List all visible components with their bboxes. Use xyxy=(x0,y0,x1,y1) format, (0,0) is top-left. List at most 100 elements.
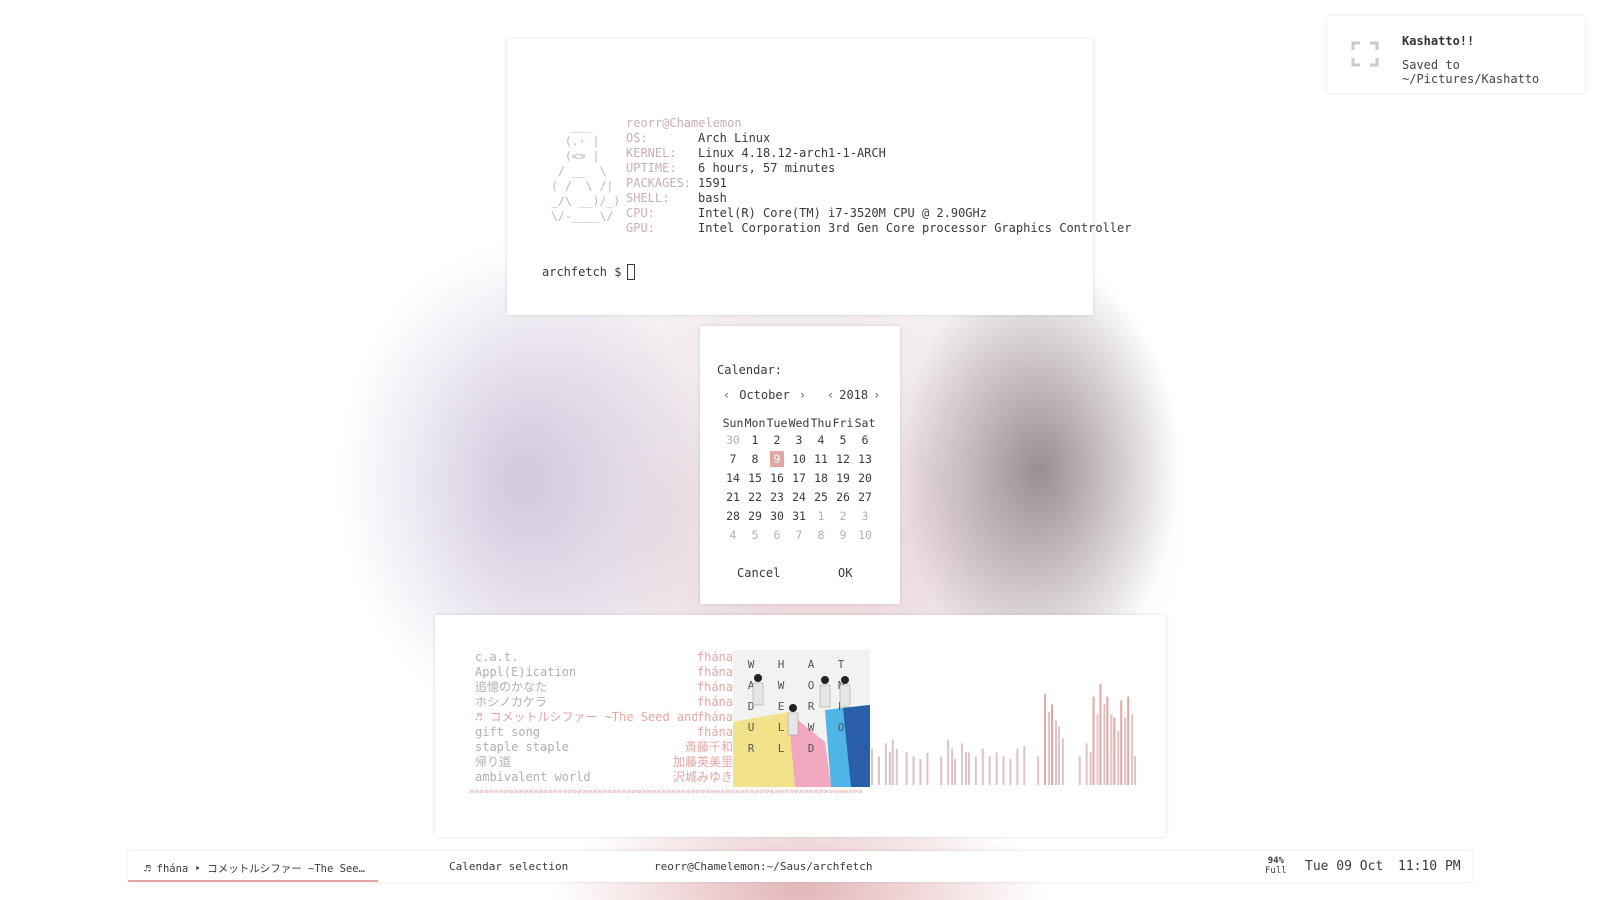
info-row: CPU: Intel(R) Core(TM) i7-3520M CPU @ 2.9… xyxy=(626,206,1131,221)
info-key: PACKAGES: xyxy=(626,176,692,190)
calendar-day[interactable]: 1 xyxy=(744,431,766,450)
calendar-day[interactable]: 2 xyxy=(766,431,788,450)
calendar-day[interactable]: 19 xyxy=(832,469,854,488)
calendar-day[interactable]: 16 xyxy=(766,469,788,488)
calendar-day[interactable]: 8 xyxy=(744,450,766,469)
day-number: 21 xyxy=(726,490,740,504)
track-artist: 斎藤千和 xyxy=(684,740,733,754)
track-title: staple staple xyxy=(475,740,569,754)
clock-label[interactable]: 11:10 PM xyxy=(1398,859,1461,874)
calendar-day[interactable]: 7 xyxy=(722,450,744,469)
calendar-day[interactable]: 29 xyxy=(744,507,766,526)
cover-figure-body xyxy=(819,684,831,708)
calendar-day[interactable]: 1 xyxy=(810,507,832,526)
calendar-day[interactable]: 9 xyxy=(832,526,854,545)
now-playing-track[interactable]: ♬ コメットルシファー ~The Seed and fhána xyxy=(475,710,733,725)
calendar-dialog[interactable]: Calendar: ‹ October › ‹ 2018 › Sun Mon Tue… xyxy=(700,326,900,604)
calendar-day[interactable]: 15 xyxy=(744,469,766,488)
calendar-day[interactable]: 5 xyxy=(832,431,854,450)
calendar-day[interactable]: 30 xyxy=(722,431,744,450)
cover-figure-head xyxy=(821,676,829,684)
day-number: 13 xyxy=(858,452,872,466)
selected-day[interactable]: 9 xyxy=(766,450,788,469)
visualizer-bar xyxy=(1110,714,1113,785)
playlist-track[interactable]: c.a.t. fhána xyxy=(475,650,733,665)
calendar-day[interactable]: 13 xyxy=(854,450,876,469)
playlist-track[interactable]: 帰り道 加藤英美里 xyxy=(475,755,733,770)
track-artist: 沢城みゆき xyxy=(672,770,733,784)
calendar-day[interactable]: 7 xyxy=(788,526,810,545)
calendar-day[interactable]: 28 xyxy=(722,507,744,526)
calendar-title: Calendar: xyxy=(717,363,783,377)
music-player[interactable]: c.a.t. fhána Appl(E)ication fhána 追憶のかなた fhán… xyxy=(435,615,1166,837)
playlist-track[interactable]: ambivalent world 沢城みゆき xyxy=(475,770,733,785)
calendar-day[interactable]: 3 xyxy=(788,431,810,450)
calendar-day[interactable]: 18 xyxy=(810,469,832,488)
calendar-day[interactable]: 31 xyxy=(788,507,810,526)
day-number: 20 xyxy=(858,471,872,485)
visualizer-bar xyxy=(1131,714,1134,785)
notification[interactable]: Kashatto!! Saved to ~/Pictures/Kashatto xyxy=(1327,16,1585,93)
now-playing-label[interactable]: ♬ fhána ‣ コメットルシファー ~The See… xyxy=(144,861,365,876)
calendar-day[interactable]: 30 xyxy=(766,507,788,526)
shell-prompt[interactable]: archfetch $ xyxy=(542,264,636,280)
calendar-day[interactable]: 27 xyxy=(854,488,876,507)
visualizer-bar xyxy=(967,752,970,785)
calendar-day[interactable]: 23 xyxy=(766,488,788,507)
day-number: 9 xyxy=(839,528,847,542)
day-number: 30 xyxy=(726,433,740,447)
calendar-day[interactable]: 4 xyxy=(810,431,832,450)
calendar-day[interactable]: 5 xyxy=(744,526,766,545)
progress-bar[interactable]: »»»»»»»»»»»»»»»»»»»»»»»»»»»»»»»»»»»»»»»»… xyxy=(469,787,864,797)
info-row: UPTIME: 6 hours, 57 minutes xyxy=(626,161,1131,176)
calendar-day[interactable]: 10 xyxy=(854,526,876,545)
calendar-day[interactable]: 26 xyxy=(832,488,854,507)
info-key: SHELL: xyxy=(626,191,670,205)
calendar-day[interactable]: 6 xyxy=(766,526,788,545)
info-row: KERNEL: Linux 4.18.12-arch1-1-ARCH xyxy=(626,146,1131,161)
calendar-day[interactable]: 11 xyxy=(810,450,832,469)
calendar-day[interactable]: 25 xyxy=(810,488,832,507)
visualizer-bar xyxy=(888,751,891,785)
info-key: KERNEL: xyxy=(626,146,677,160)
calendar-day[interactable]: 2 xyxy=(832,507,854,526)
ok-button[interactable]: OK xyxy=(838,566,852,580)
date-label[interactable]: Tue 09 Oct xyxy=(1305,859,1383,874)
track-artist: 加藤英美里 xyxy=(672,755,733,769)
calendar-day[interactable]: 3 xyxy=(854,507,876,526)
calendar-day[interactable]: 12 xyxy=(832,450,854,469)
calendar-day[interactable]: 20 xyxy=(854,469,876,488)
month-label: October xyxy=(739,388,790,402)
calendar-day[interactable]: 6 xyxy=(854,431,876,450)
notification-body: Saved to ~/Pictures/Kashatto xyxy=(1402,58,1540,86)
playlist-track[interactable]: staple staple 斎藤千和 xyxy=(475,740,733,755)
calendar-day[interactable]: 21 xyxy=(722,488,744,507)
day-number: 10 xyxy=(858,528,872,542)
next-year-icon[interactable]: › xyxy=(870,388,883,402)
playlist-track[interactable]: 追憶のかなた fhána xyxy=(475,680,733,695)
visualizer-bar xyxy=(1055,720,1057,785)
playlist-track[interactable]: ホシノカケラ fhána xyxy=(475,695,733,710)
calendar-day[interactable]: 24 xyxy=(788,488,810,507)
terminal-window[interactable]: ___ (.· | (<> | / __ \ ( / \ /| _/\ __)/… xyxy=(507,39,1131,315)
year-selector[interactable]: ‹ 2018 › xyxy=(824,388,883,402)
terminal-window-title[interactable]: reorr@Chamelemon:~/Saus/archfetch xyxy=(654,860,873,873)
next-month-icon[interactable]: › xyxy=(796,388,809,402)
prev-year-icon[interactable]: ‹ xyxy=(824,388,837,402)
calendar-day[interactable]: 8 xyxy=(810,526,832,545)
visualizer-bar xyxy=(1044,694,1047,785)
calendar-day[interactable]: 14 xyxy=(722,469,744,488)
active-window-title[interactable]: Calendar selection xyxy=(449,860,568,873)
calendar-day[interactable]: 10 xyxy=(788,450,810,469)
visualizer-bar xyxy=(1023,746,1026,785)
visualizer-bar xyxy=(1061,738,1064,785)
prev-month-icon[interactable]: ‹ xyxy=(720,388,733,402)
calendar-day[interactable]: 17 xyxy=(788,469,810,488)
cancel-button[interactable]: Cancel xyxy=(737,566,780,580)
info-value: Arch Linux xyxy=(698,131,771,145)
calendar-day[interactable]: 4 xyxy=(722,526,744,545)
playlist-track[interactable]: gift song fhána xyxy=(475,725,733,740)
month-selector[interactable]: ‹ October › xyxy=(720,388,809,402)
calendar-day[interactable]: 22 xyxy=(744,488,766,507)
playlist-track[interactable]: Appl(E)ication fhána xyxy=(475,665,733,680)
